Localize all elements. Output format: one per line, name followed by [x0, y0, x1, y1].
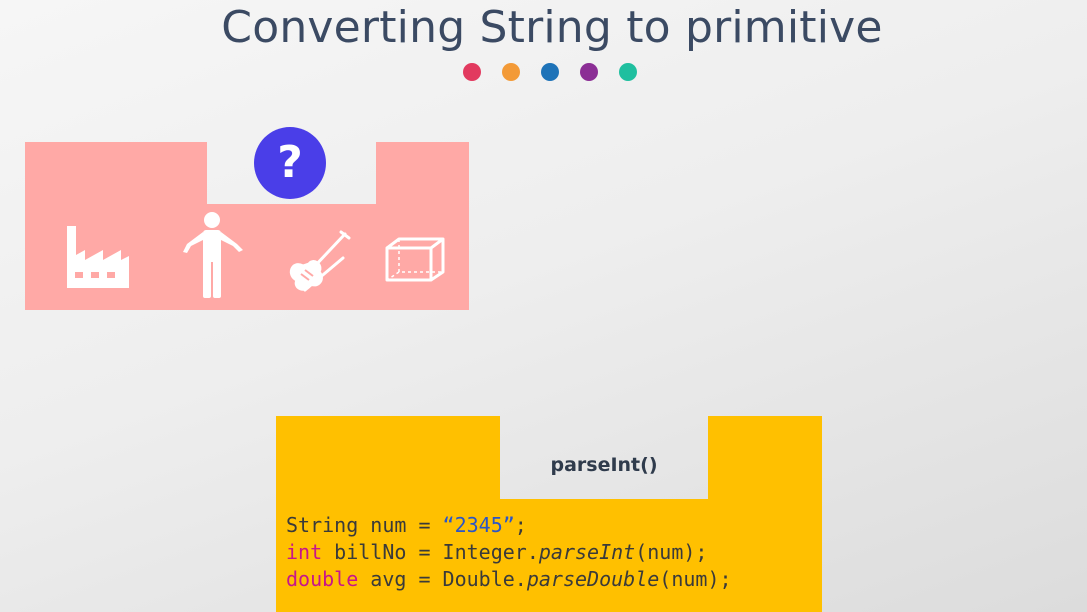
question-mark-icon: ?: [254, 127, 326, 199]
person-icon: [183, 212, 243, 298]
code-token: (num);: [635, 540, 708, 564]
code-line: int billNo = Integer.parseInt(num);: [286, 540, 707, 564]
code-token: avg = Double.: [358, 567, 527, 591]
code-method: parseInt: [538, 540, 636, 564]
factory-icon: [67, 226, 129, 288]
parse-int-code-panel: parseInt() String num = “2345”; int bill…: [276, 416, 822, 612]
code-line: double avg = Double.parseDouble(num);: [286, 567, 732, 591]
code-token: ;: [514, 513, 527, 537]
code-block: String num = “2345”; int billNo = Intege…: [286, 512, 732, 593]
dot-blue: [541, 63, 559, 81]
code-token: billNo = Integer.: [322, 540, 539, 564]
code-keyword: int: [286, 540, 323, 564]
primitive-types-panel: ?: [25, 127, 469, 310]
code-method: parseDouble: [526, 567, 660, 591]
violin-icon: [289, 230, 351, 292]
slide-title: Converting String to primitive: [221, 2, 883, 53]
color-dots: [463, 63, 643, 81]
code-token: (num);: [659, 567, 732, 591]
dot-purple: [580, 63, 598, 81]
code-string-literal: “2345”: [442, 513, 515, 537]
code-keyword: double: [286, 567, 359, 591]
code-token: String num =: [286, 513, 443, 537]
method-label: parseInt(): [550, 454, 658, 476]
dot-orange: [502, 63, 520, 81]
code-line: String num = “2345”;: [286, 513, 527, 537]
box-icon: [385, 237, 445, 282]
dot-teal: [619, 63, 637, 81]
dot-pink: [463, 63, 481, 81]
